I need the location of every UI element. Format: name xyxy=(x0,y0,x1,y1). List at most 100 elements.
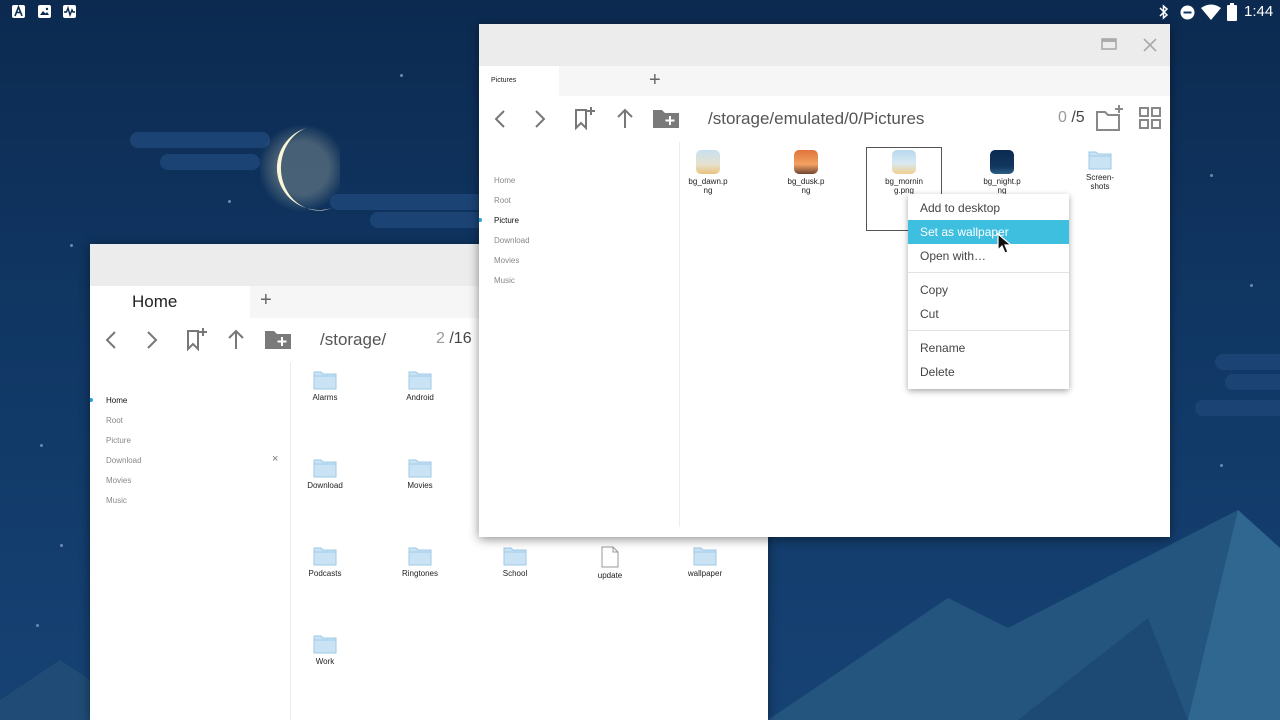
file-icon xyxy=(601,546,619,568)
view-toggle-button[interactable] xyxy=(1139,107,1161,129)
folder-item[interactable]: Alarms xyxy=(290,370,360,402)
folder-add-icon xyxy=(265,331,291,349)
activity-icon xyxy=(63,5,76,18)
image-thumbnail-icon xyxy=(892,150,916,174)
app-a-icon xyxy=(12,5,25,18)
new-file-button[interactable] xyxy=(1095,104,1125,132)
folder-item[interactable]: Android xyxy=(385,370,455,402)
path-bar[interactable]: /storage/emulated/0/Pictures xyxy=(708,109,924,129)
folder-icon xyxy=(313,370,337,390)
folder-item[interactable]: Podcasts xyxy=(290,546,360,578)
back-button[interactable] xyxy=(493,109,507,129)
file-name-label: bg_dawn.p ng xyxy=(688,177,728,195)
folder-icon xyxy=(408,458,432,478)
tab-pictures[interactable]: Pictures xyxy=(479,66,559,96)
menu-item-cut[interactable]: Cut xyxy=(908,302,1069,326)
sidebar: Home Root Picture Download Movies Music xyxy=(479,142,680,527)
selection-counter: 0 /5 xyxy=(1058,109,1085,127)
folder-icon xyxy=(1088,150,1112,170)
new-folder-button[interactable] xyxy=(264,328,292,350)
sidebar-item-movies[interactable]: Movies xyxy=(106,476,131,485)
sidebar-item-root[interactable]: Root xyxy=(494,196,511,205)
sidebar-item-root[interactable]: Root xyxy=(106,416,123,425)
menu-item-open-with[interactable]: Open with… xyxy=(908,244,1069,268)
folder-item[interactable]: Screen- shots xyxy=(1065,150,1135,191)
menu-item-add-to-desktop[interactable]: Add to desktop xyxy=(908,196,1069,220)
folder-item[interactable]: School xyxy=(480,546,550,578)
folder-outline-add-icon xyxy=(1096,105,1123,131)
cloud xyxy=(1215,354,1280,370)
sidebar-item-home[interactable]: Home xyxy=(106,396,127,405)
image-thumbnail-icon xyxy=(990,150,1014,174)
add-tab-button[interactable]: + xyxy=(649,69,661,92)
folder-item[interactable]: Movies xyxy=(385,458,455,490)
active-indicator xyxy=(90,398,93,402)
window-titlebar[interactable] xyxy=(479,24,1170,66)
file-name-label: Alarms xyxy=(312,393,338,402)
file-name-label: Movies xyxy=(407,481,433,490)
add-bookmark-button[interactable] xyxy=(573,105,597,131)
star xyxy=(40,444,43,447)
sidebar-item-download[interactable]: Download xyxy=(106,456,142,465)
folder-icon xyxy=(313,546,337,566)
sidebar-item-picture[interactable]: Picture xyxy=(106,436,131,445)
close-icon[interactable]: × xyxy=(272,453,278,465)
star xyxy=(60,544,63,547)
clock: 1:44 xyxy=(1244,3,1274,20)
forward-button[interactable] xyxy=(145,330,159,350)
menu-item-set-as-wallpaper[interactable]: Set as wallpaper xyxy=(908,220,1069,244)
menu-item-delete[interactable]: Delete xyxy=(908,360,1069,384)
sidebar: Home Root Picture Download × Movies Musi… xyxy=(90,362,291,720)
selection-counter: 2 /16 xyxy=(436,330,472,348)
arrow-up-icon xyxy=(228,329,244,349)
battery-icon xyxy=(1227,3,1237,24)
file-item[interactable]: bg_night.p ng xyxy=(967,150,1037,195)
sidebar-item-download[interactable]: Download xyxy=(494,236,530,245)
file-name-label: Screen- shots xyxy=(1085,173,1114,191)
folder-icon xyxy=(408,546,432,566)
context-menu: Add to desktop Set as wallpaper Open wit… xyxy=(908,194,1069,389)
up-button[interactable] xyxy=(616,107,634,129)
sidebar-item-music[interactable]: Music xyxy=(106,496,127,505)
add-tab-button[interactable]: + xyxy=(260,289,272,312)
maximize-button[interactable] xyxy=(1101,38,1117,57)
file-item[interactable]: bg_dawn.p ng xyxy=(673,150,743,195)
folder-item[interactable]: Work xyxy=(290,634,360,666)
file-item[interactable]: bg_dusk.p ng xyxy=(771,150,841,195)
menu-item-label: Add to desktop xyxy=(920,201,1001,215)
sidebar-item-picture[interactable]: Picture xyxy=(494,216,519,225)
chevron-right-icon xyxy=(147,331,158,349)
folder-item[interactable]: Download xyxy=(290,458,360,490)
active-indicator xyxy=(479,218,482,222)
menu-item-copy[interactable]: Copy xyxy=(908,278,1069,302)
add-bookmark-button[interactable] xyxy=(185,326,209,352)
sidebar-item-movies[interactable]: Movies xyxy=(494,256,519,265)
new-folder-button[interactable] xyxy=(652,107,680,129)
close-window-button[interactable] xyxy=(1143,38,1157,57)
tab-home[interactable]: Home xyxy=(90,286,250,318)
image-icon xyxy=(38,5,51,18)
folder-item[interactable]: Ringtones xyxy=(385,546,455,578)
close-icon xyxy=(1143,38,1157,52)
forward-button[interactable] xyxy=(533,109,547,129)
folder-icon xyxy=(503,546,527,566)
cloud xyxy=(1225,374,1280,390)
up-button[interactable] xyxy=(227,328,245,350)
sidebar-item-music[interactable]: Music xyxy=(494,276,515,285)
folder-item[interactable]: wallpaper xyxy=(670,546,740,578)
bluetooth-icon xyxy=(1158,4,1170,23)
folder-icon xyxy=(408,370,432,390)
back-button[interactable] xyxy=(104,330,118,350)
menu-item-label: Cut xyxy=(920,307,939,321)
menu-item-rename[interactable]: Rename xyxy=(908,336,1069,360)
file-name-label: School xyxy=(502,569,528,578)
menu-item-label: Open with… xyxy=(920,249,987,263)
tab-label: Pictures xyxy=(491,77,517,84)
moon-icon xyxy=(260,124,340,212)
file-item[interactable]: update xyxy=(575,546,645,580)
file-name-label: bg_mornin g.png xyxy=(885,177,923,195)
path-bar[interactable]: /storage/ xyxy=(320,330,386,350)
sidebar-item-home[interactable]: Home xyxy=(494,176,515,185)
mouse-pointer-icon xyxy=(997,233,1013,254)
cloud xyxy=(330,194,490,210)
